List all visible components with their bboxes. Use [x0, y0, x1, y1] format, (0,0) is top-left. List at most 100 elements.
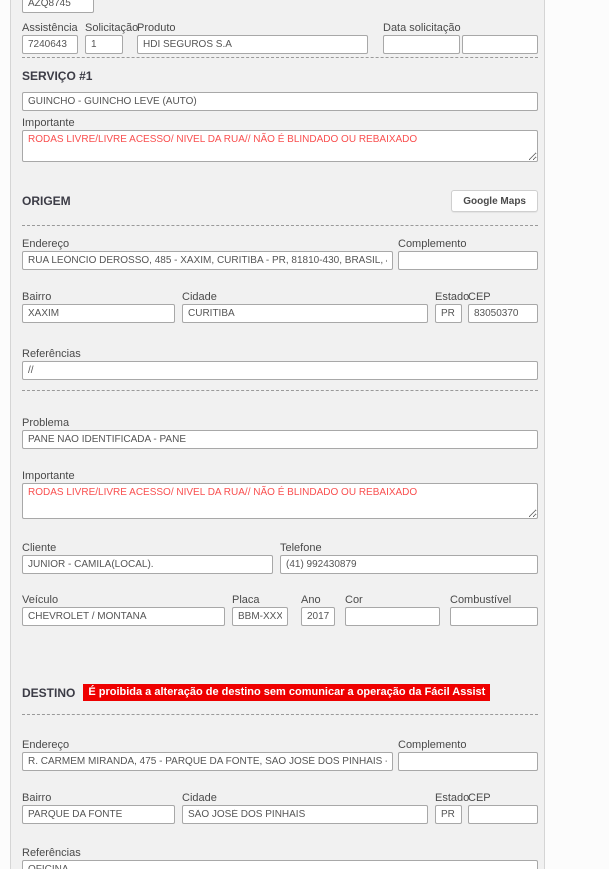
header-fields-row: Assistência Solicitação Produto Data sol… — [22, 22, 538, 54]
destino-estado-input[interactable] — [435, 805, 462, 824]
origem-referencias-input[interactable] — [22, 361, 538, 380]
cor-label: Cor — [345, 594, 363, 606]
origem-cep-label: CEP — [468, 291, 491, 303]
assistencia-label: Assistência — [22, 22, 78, 34]
section-divider — [22, 57, 538, 58]
servico-importante-field: Importante RODAS LIVRE/LIVRE ACESSO/ NIV… — [22, 117, 538, 162]
veiculo-label: Veículo — [22, 594, 59, 606]
combustivel-input[interactable] — [450, 607, 538, 626]
destino-referencias-label: Referências — [22, 847, 81, 859]
destino-referencias-input[interactable] — [22, 860, 538, 869]
origem-referencias-label: Referências — [22, 348, 81, 360]
origem-importante-label: Importante — [22, 470, 75, 482]
cliente-row: Cliente Telefone — [22, 542, 538, 574]
section-divider — [22, 225, 538, 226]
origem-section-title: ORIGEM — [22, 194, 71, 208]
destino-district-row: Bairro Cidade Estado CEP — [22, 792, 538, 824]
origem-cep-input[interactable] — [468, 304, 538, 323]
destino-cidade-label: Cidade — [182, 792, 217, 804]
data-solicitacao-field: Data solicitação — [383, 22, 538, 54]
origem-bairro-input[interactable] — [22, 304, 175, 323]
destino-estado-label: Estado — [435, 792, 470, 804]
destino-cep-label: CEP — [468, 792, 491, 804]
cliente-input[interactable] — [22, 555, 273, 574]
origem-cidade-label: Cidade — [182, 291, 217, 303]
destino-section-title: DESTINO — [22, 685, 76, 700]
destino-cep-field: CEP — [468, 792, 538, 824]
destino-cidade-input[interactable] — [182, 805, 428, 824]
origem-endereco-input[interactable] — [22, 251, 393, 270]
combustivel-label: Combustível — [450, 594, 512, 606]
cor-input[interactable] — [345, 607, 440, 626]
destino-bairro-label: Bairro — [22, 792, 52, 804]
produto-input[interactable] — [137, 35, 368, 54]
origem-district-row: Bairro Cidade Estado CEP — [22, 291, 538, 323]
telefone-label: Telefone — [280, 542, 322, 554]
cliente-label: Cliente — [22, 542, 57, 554]
data-solicitacao-label: Data solicitação — [383, 22, 461, 34]
solicitacao-input[interactable] — [85, 35, 123, 54]
solicitacao-field: Solicitação — [85, 22, 139, 54]
veiculo-input[interactable] — [22, 607, 225, 626]
telefone-field: Telefone — [280, 542, 538, 574]
ano-input[interactable] — [301, 607, 335, 626]
veiculo-row: Veículo Placa Ano Cor Combustível — [22, 594, 538, 626]
problema-field: Problema — [22, 417, 538, 449]
assistencia-field: Assistência — [22, 22, 78, 54]
destino-section-header: DESTINO É proibida a alteração de destin… — [22, 684, 538, 701]
assistencia-input[interactable] — [22, 35, 78, 54]
cliente-field: Cliente — [22, 542, 273, 574]
origem-cep-field: CEP — [468, 291, 538, 323]
origem-cidade-input[interactable] — [182, 304, 428, 323]
destino-cidade-field: Cidade — [182, 792, 428, 824]
origem-section-header: ORIGEM Google Maps — [22, 190, 538, 212]
destino-referencias-field: Referências — [22, 847, 538, 869]
data-solicitacao-time-input[interactable] — [462, 35, 538, 54]
produto-label: Produto — [137, 22, 176, 34]
destino-complemento-field: Complemento — [398, 739, 538, 771]
origem-bairro-field: Bairro — [22, 291, 175, 323]
destino-endereco-label: Endereço — [22, 739, 70, 751]
destino-endereco-field: Endereço — [22, 739, 393, 771]
origem-estado-input[interactable] — [435, 304, 462, 323]
combustivel-field: Combustível — [450, 594, 538, 626]
destino-estado-field: Estado — [435, 792, 470, 824]
destino-bairro-input[interactable] — [22, 805, 175, 824]
origem-estado-label: Estado — [435, 291, 470, 303]
origem-complemento-label: Complemento — [398, 238, 467, 250]
ano-field: Ano — [301, 594, 335, 626]
origem-referencias-field: Referências — [22, 348, 538, 380]
cor-field: Cor — [345, 594, 440, 626]
data-solicitacao-inputs — [383, 35, 538, 54]
destino-address-row: Endereço Complemento — [22, 739, 538, 771]
origem-importante-field: Importante RODAS LIVRE/LIVRE ACESSO/ NIV… — [22, 470, 538, 519]
placa-label: Placa — [232, 594, 260, 606]
servico-section-title: SERVIÇO #1 — [22, 69, 93, 83]
origem-endereco-field: Endereço — [22, 238, 393, 270]
servico-importante-label: Importante — [22, 117, 75, 129]
destino-cep-input[interactable] — [468, 805, 538, 824]
plate-input[interactable] — [22, 0, 94, 13]
ano-label: Ano — [301, 594, 321, 606]
problema-input[interactable] — [22, 430, 538, 449]
problema-label: Problema — [22, 417, 70, 429]
origem-complemento-input[interactable] — [398, 251, 538, 270]
origem-cidade-field: Cidade — [182, 291, 428, 323]
produto-field: Produto — [137, 22, 368, 54]
solicitacao-label: Solicitação — [85, 22, 139, 34]
origem-importante-textarea[interactable]: RODAS LIVRE/LIVRE ACESSO/ NIVEL DA RUA//… — [22, 483, 538, 519]
google-maps-button[interactable]: Google Maps — [451, 190, 538, 212]
destino-complemento-label: Complemento — [398, 739, 467, 751]
origem-complemento-field: Complemento — [398, 238, 538, 270]
veiculo-field: Veículo — [22, 594, 225, 626]
origem-bairro-label: Bairro — [22, 291, 52, 303]
section-divider — [22, 390, 538, 391]
telefone-input[interactable] — [280, 555, 538, 574]
servico-importante-textarea[interactable]: RODAS LIVRE/LIVRE ACESSO/ NIVEL DA RUA//… — [22, 130, 538, 162]
data-solicitacao-date-input[interactable] — [383, 35, 460, 54]
assistance-form-panel: Assistência Solicitação Produto Data sol… — [10, 0, 545, 869]
destino-complemento-input[interactable] — [398, 752, 538, 771]
destino-endereco-input[interactable] — [22, 752, 393, 771]
placa-input[interactable] — [232, 607, 288, 626]
service-type-input[interactable] — [22, 92, 538, 111]
